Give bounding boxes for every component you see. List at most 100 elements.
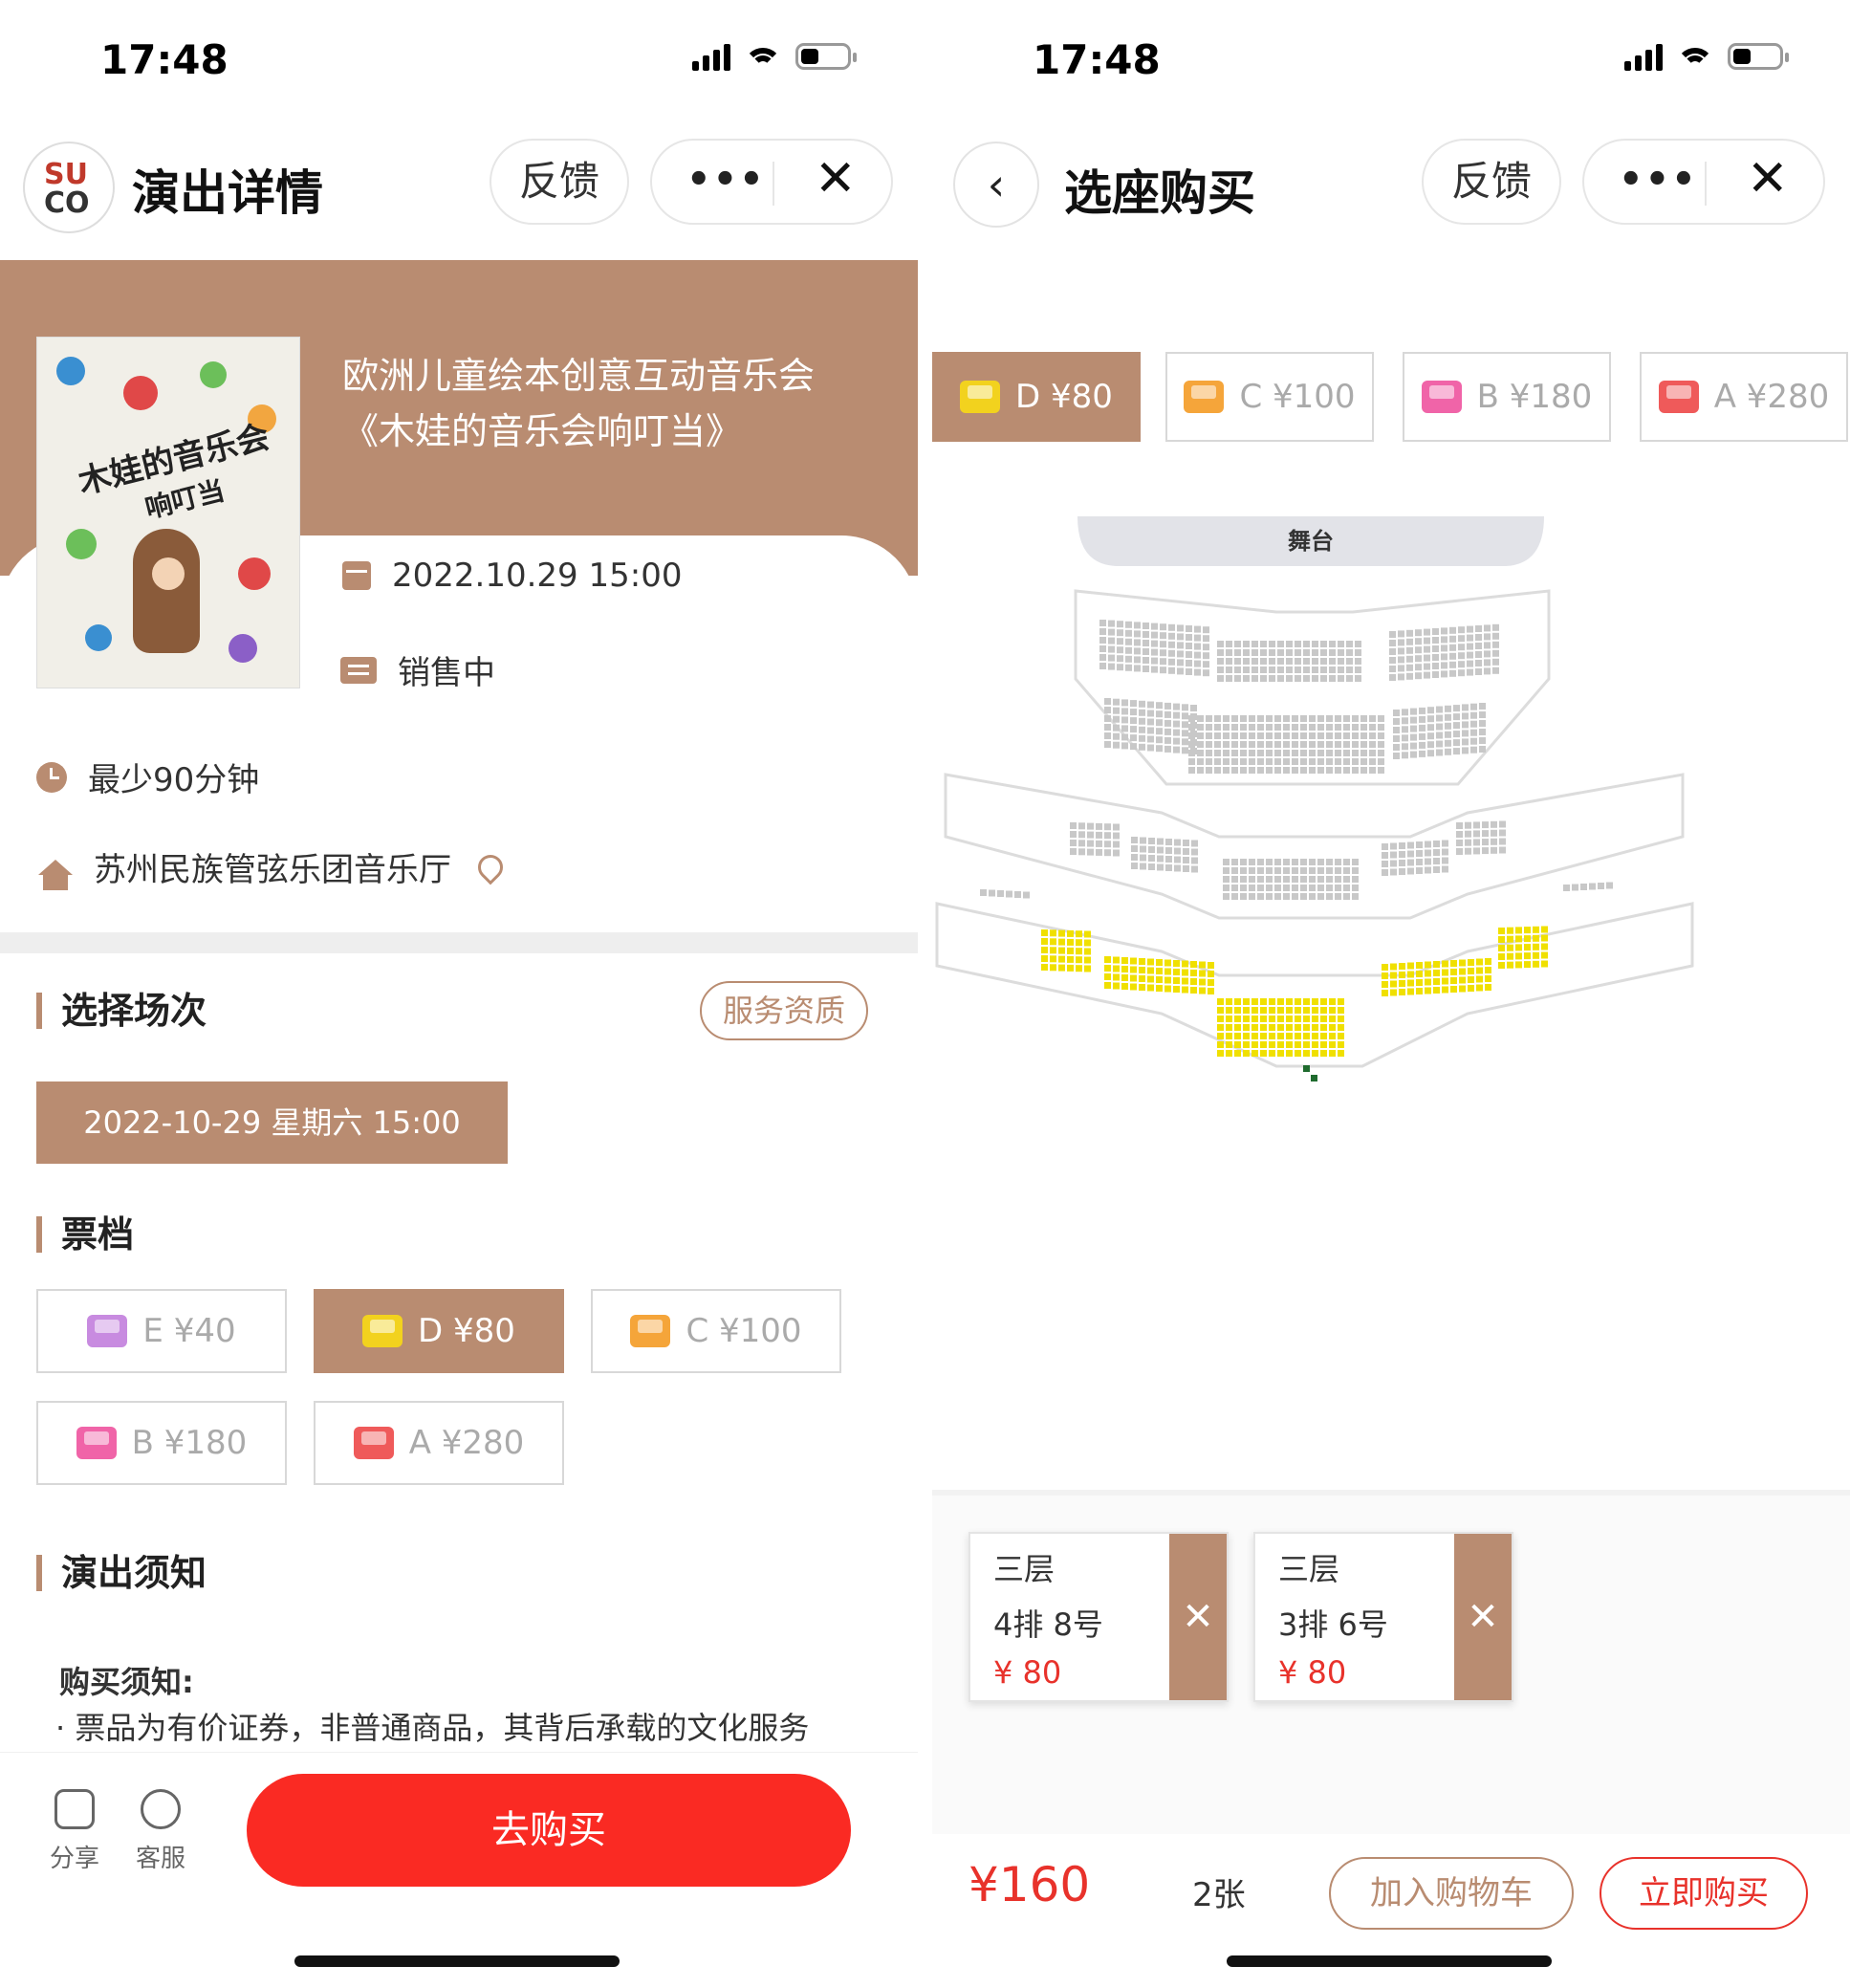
seat-available[interactable] xyxy=(1277,998,1284,1005)
seat-available[interactable] xyxy=(1541,943,1548,950)
seat-available[interactable] xyxy=(1217,1016,1224,1022)
seat-available[interactable] xyxy=(1173,969,1180,975)
seat-available[interactable] xyxy=(1076,956,1082,964)
seat-available[interactable] xyxy=(1416,971,1423,977)
seat-available[interactable] xyxy=(1041,947,1048,953)
seat-available[interactable] xyxy=(1173,960,1180,967)
seat-available[interactable] xyxy=(1147,984,1154,992)
seat-available[interactable] xyxy=(1507,935,1513,943)
seat-available[interactable] xyxy=(1269,1041,1275,1048)
seat-available[interactable] xyxy=(1269,1050,1275,1057)
seat-available[interactable] xyxy=(1226,1033,1232,1039)
seat-available[interactable] xyxy=(1286,1016,1293,1022)
seat-available[interactable] xyxy=(1507,927,1513,934)
seat-available[interactable] xyxy=(1147,967,1154,974)
seat-available[interactable] xyxy=(1251,998,1258,1005)
seat-available[interactable] xyxy=(1533,934,1539,942)
seat-available[interactable] xyxy=(1084,965,1091,972)
seat-available[interactable] xyxy=(1329,1016,1336,1022)
seat-available[interactable] xyxy=(1277,1041,1284,1048)
seat-map[interactable]: 舞台 xyxy=(932,507,1850,1253)
service-qualification-button[interactable]: 服务资质 xyxy=(700,981,868,1040)
seat-available[interactable] xyxy=(1226,1041,1232,1048)
seat-available[interactable] xyxy=(1515,952,1522,960)
seat-available[interactable] xyxy=(1076,930,1082,938)
seat-available[interactable] xyxy=(1199,961,1206,969)
seat-available[interactable] xyxy=(1295,998,1301,1005)
price-chip[interactable]: D ¥80 xyxy=(932,352,1141,442)
seat-available[interactable] xyxy=(1442,977,1448,985)
seat-available[interactable] xyxy=(1390,972,1397,979)
seat-available[interactable] xyxy=(1130,957,1137,965)
seat-available[interactable] xyxy=(1485,984,1491,991)
tier-option[interactable]: C ¥100 xyxy=(591,1289,841,1373)
remove-seat-button[interactable]: ✕ xyxy=(1454,1534,1512,1700)
seat-available[interactable] xyxy=(1533,926,1539,933)
seat-available[interactable] xyxy=(1312,1007,1318,1014)
seat-available[interactable] xyxy=(1329,1033,1336,1039)
seat-available[interactable] xyxy=(1234,1050,1241,1057)
seat-available[interactable] xyxy=(1320,1024,1327,1031)
location-pin-icon[interactable] xyxy=(472,849,509,885)
seat-available[interactable] xyxy=(1515,961,1522,969)
seat-available[interactable] xyxy=(1277,1024,1284,1031)
seat-available[interactable] xyxy=(1147,958,1154,966)
seat-available[interactable] xyxy=(1217,1024,1224,1031)
seat-available[interactable] xyxy=(1243,1033,1250,1039)
seat-available[interactable] xyxy=(1130,983,1137,991)
seat-available[interactable] xyxy=(1243,998,1250,1005)
seat-available[interactable] xyxy=(1260,1050,1267,1057)
seat-available[interactable] xyxy=(1382,972,1388,979)
seat-available[interactable] xyxy=(1251,1016,1258,1022)
seat-available[interactable] xyxy=(1295,1041,1301,1048)
seat-available[interactable] xyxy=(1416,979,1423,986)
seat-available[interactable] xyxy=(1459,968,1466,975)
seat-available[interactable] xyxy=(1295,1024,1301,1031)
seat-available[interactable] xyxy=(1208,962,1214,969)
seat-selected[interactable] xyxy=(1303,1065,1310,1072)
seat-available[interactable] xyxy=(1442,960,1448,968)
seat-available[interactable] xyxy=(1217,1041,1224,1048)
seat-available[interactable] xyxy=(1084,939,1091,947)
seat-available[interactable] xyxy=(1399,972,1405,978)
seat-available[interactable] xyxy=(1199,970,1206,977)
share-button[interactable]: 分享 xyxy=(36,1789,113,1874)
tier-option[interactable]: E ¥40 xyxy=(36,1289,287,1373)
seat-available[interactable] xyxy=(1320,1007,1327,1014)
seat-available[interactable] xyxy=(1498,953,1505,960)
go-buy-button[interactable]: 去购买 xyxy=(247,1774,851,1887)
price-chip[interactable]: B ¥180 xyxy=(1403,352,1611,442)
seat-available[interactable] xyxy=(1442,986,1448,994)
seat-available[interactable] xyxy=(1104,965,1111,972)
seat-available[interactable] xyxy=(1312,1024,1318,1031)
seat-available[interactable] xyxy=(1312,1016,1318,1022)
seat-available[interactable] xyxy=(1226,1024,1232,1031)
seat-available[interactable] xyxy=(1382,990,1388,996)
seat-available[interactable] xyxy=(1303,998,1310,1005)
add-to-cart-button[interactable]: 加入购物车 xyxy=(1329,1857,1574,1930)
seat-available[interactable] xyxy=(1515,927,1522,934)
seat-available[interactable] xyxy=(1450,977,1457,984)
seat-available[interactable] xyxy=(1208,988,1214,994)
seat-available[interactable] xyxy=(1234,1007,1241,1014)
seat-available[interactable] xyxy=(1433,970,1440,976)
seat-available[interactable] xyxy=(1407,988,1414,995)
seat-available[interactable] xyxy=(1303,1050,1310,1057)
seat-available[interactable] xyxy=(1050,955,1056,963)
seat-available[interactable] xyxy=(1234,1041,1241,1048)
seat-available[interactable] xyxy=(1515,944,1522,951)
seat-available[interactable] xyxy=(1113,973,1120,981)
seat-available[interactable] xyxy=(1533,960,1539,968)
seat-available[interactable] xyxy=(1320,1033,1327,1039)
seat-available[interactable] xyxy=(1076,948,1082,955)
seat-available[interactable] xyxy=(1459,959,1466,967)
seat-available[interactable] xyxy=(1399,980,1405,987)
seat-available[interactable] xyxy=(1084,956,1091,964)
tier-option[interactable]: A ¥280 xyxy=(314,1401,564,1485)
feedback-button[interactable]: 反馈 xyxy=(490,139,629,225)
seat-available[interactable] xyxy=(1338,1007,1344,1014)
buy-now-button[interactable]: 立即购买 xyxy=(1600,1857,1808,1930)
more-icon[interactable]: ••• xyxy=(686,158,766,202)
event-poster[interactable]: 木娃的音乐会 响叮当 xyxy=(36,337,300,688)
seat-available[interactable] xyxy=(1407,979,1414,987)
